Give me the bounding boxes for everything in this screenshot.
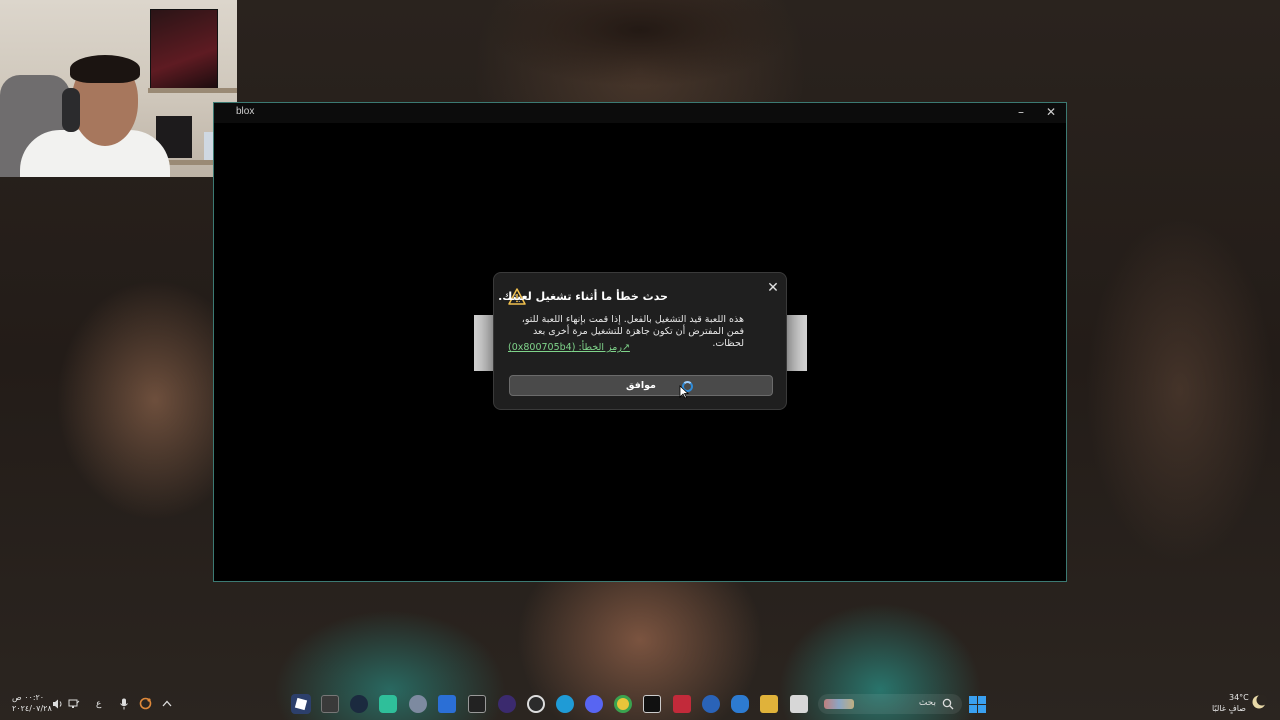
chevron-up-icon[interactable]: [162, 699, 172, 708]
weather-moon-icon[interactable]: [1250, 694, 1268, 710]
weather-description[interactable]: صافٍ غالبًا: [1212, 704, 1246, 713]
dialog-close-button[interactable]: ✕: [764, 279, 782, 297]
file-explorer-icon[interactable]: [760, 695, 778, 713]
shelf: [148, 88, 237, 93]
windows-start-icon[interactable]: [969, 696, 986, 713]
obs-icon[interactable]: [498, 695, 516, 713]
search-placeholder: بحث: [918, 698, 936, 708]
clock-date[interactable]: ٢٠٢٤/٠٧/٢٨: [12, 704, 52, 713]
headset: [62, 88, 80, 132]
weather-temperature[interactable]: 34°C: [1229, 693, 1249, 702]
mouse-cursor-icon: [679, 385, 689, 399]
malwarebytes-icon[interactable]: [702, 695, 720, 713]
taskbar: [0, 690, 1280, 720]
window-close-button[interactable]: ✕: [1036, 103, 1066, 123]
error-code-text: رمز الخطأ: (0x800705b4): [508, 342, 622, 353]
minimize-button[interactable]: –: [1006, 103, 1036, 123]
roblox-glyph: [294, 697, 308, 711]
adobe-acrobat-icon[interactable]: [673, 695, 691, 713]
dialog-heading: حدث خطأ ما أثناء تشغيل لعبتك.: [498, 290, 668, 303]
epic-games-icon[interactable]: [468, 695, 486, 713]
search-icon: [942, 698, 954, 710]
window-titlebar[interactable]: blox – ✕: [214, 103, 1066, 123]
roblox-icon[interactable]: [291, 694, 311, 714]
call-of-duty-icon[interactable]: [643, 695, 661, 713]
ok-button[interactable]: موافق: [509, 375, 773, 396]
sync-icon[interactable]: [139, 697, 152, 710]
steam-icon[interactable]: [350, 695, 368, 713]
microphone-icon[interactable]: [119, 698, 129, 710]
search-highlight-art: [824, 699, 854, 709]
webcam-overlay: [0, 0, 237, 177]
external-link-icon: ↗: [621, 342, 630, 353]
settings-icon[interactable]: [409, 695, 427, 713]
volume-icon[interactable]: [52, 698, 64, 710]
discord-icon[interactable]: [585, 695, 603, 713]
input-language-indicator[interactable]: ع: [96, 699, 101, 709]
rocket-league-icon[interactable]: [731, 695, 749, 713]
xbox-icon[interactable]: [321, 695, 339, 713]
error-dialog: ✕ حدث خطأ ما أثناء تشغيل لعبتك. هذه اللع…: [493, 272, 787, 410]
xbox-app-icon[interactable]: [379, 695, 397, 713]
wall-poster: [150, 9, 218, 91]
clock-time[interactable]: ٠٠:٢٠ ص: [12, 693, 44, 702]
media-icon[interactable]: [527, 695, 545, 713]
network-icon[interactable]: [68, 698, 80, 710]
streamer-hair: [70, 55, 140, 83]
notepad-icon[interactable]: [790, 695, 808, 713]
window-title: blox: [236, 106, 255, 117]
error-code-link[interactable]: ↗رمز الخطأ: (0x800705b4): [508, 342, 630, 353]
taskbar-search[interactable]: بحث: [818, 694, 962, 714]
chrome-icon[interactable]: [614, 695, 632, 713]
edge-icon[interactable]: [556, 695, 574, 713]
microsoft-store-icon[interactable]: [438, 695, 456, 713]
